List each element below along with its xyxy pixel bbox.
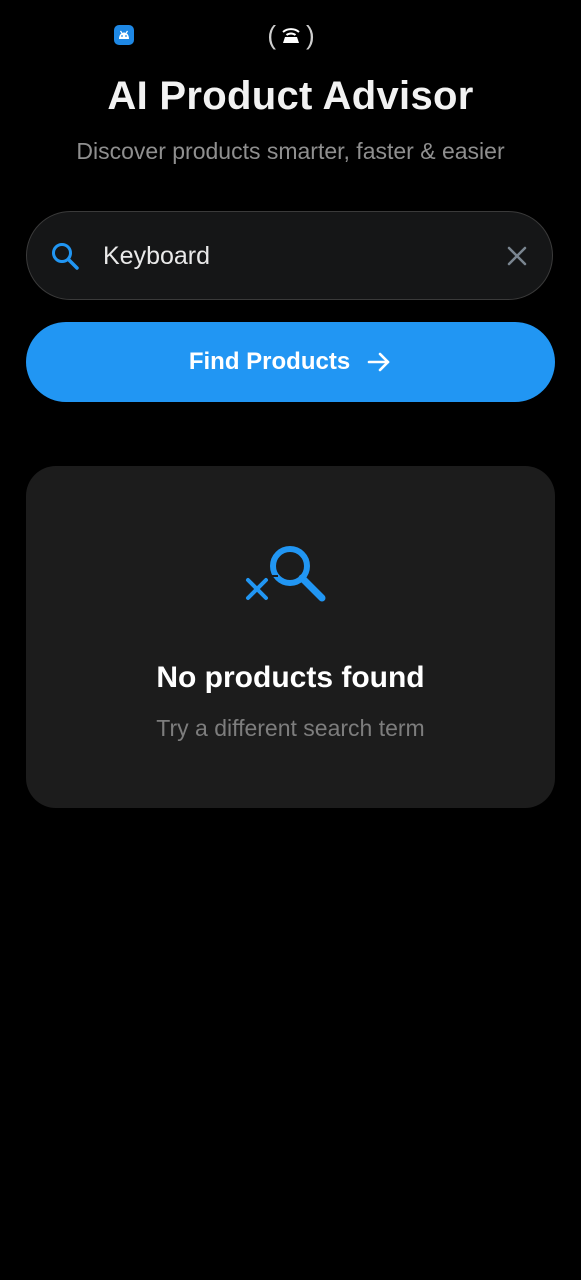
empty-state-card: No products found Try a different search…: [26, 466, 555, 808]
arrow-right-icon: [367, 352, 390, 372]
status-bar: ( ): [0, 0, 581, 70]
page-title: AI Product Advisor: [107, 74, 474, 118]
android-app-icon: [114, 25, 134, 45]
hotspot-icon: [282, 28, 300, 43]
search-input[interactable]: [103, 236, 483, 276]
page-subtitle: Discover products smarter, faster & easi…: [76, 138, 505, 164]
search-off-icon: [246, 546, 326, 602]
find-products-label: Find Products: [188, 348, 351, 375]
empty-state-title: No products found: [156, 661, 425, 694]
search-icon: [52, 243, 79, 270]
search-field[interactable]: [26, 211, 553, 300]
close-icon[interactable]: [503, 242, 531, 270]
empty-state-subtitle: Try a different search term: [156, 715, 425, 741]
find-products-button[interactable]: Find Products: [26, 322, 555, 402]
hotspot-indicator: ( ): [267, 20, 315, 50]
